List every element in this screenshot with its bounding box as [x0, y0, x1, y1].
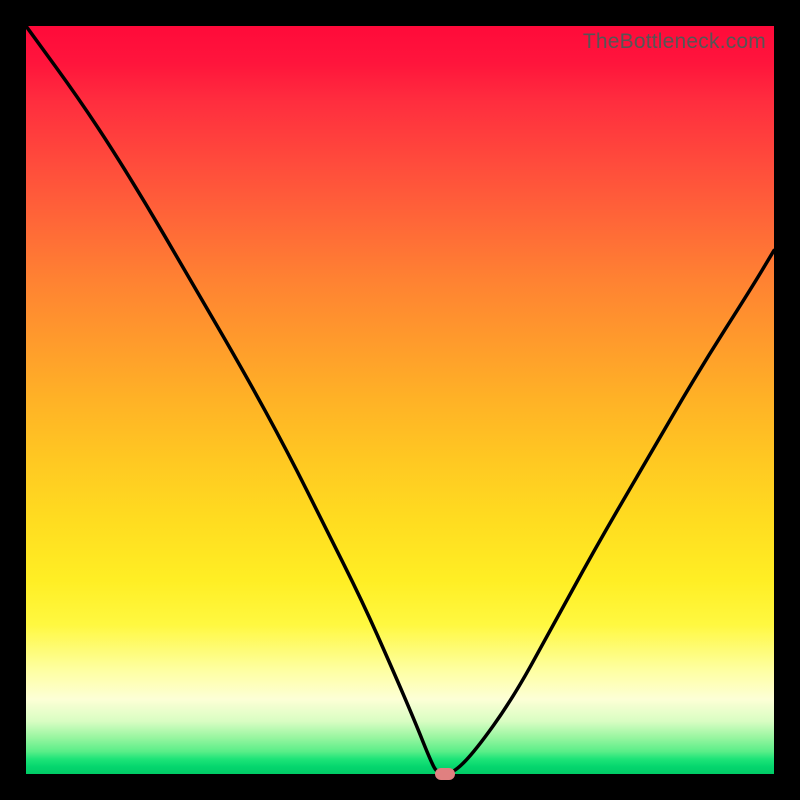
bottleneck-curve [26, 26, 774, 774]
plot-area: TheBottleneck.com [26, 26, 774, 774]
chart-container: TheBottleneck.com [0, 0, 800, 800]
optimum-marker [435, 768, 455, 780]
